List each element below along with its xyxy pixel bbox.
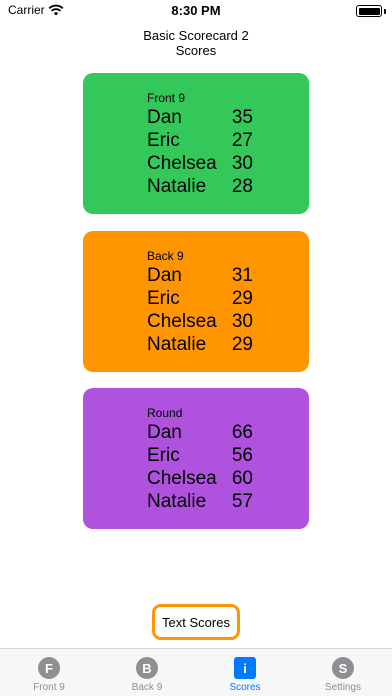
player-score: 29	[231, 333, 253, 355]
score-row: Eric 27	[147, 129, 287, 152]
score-row: Natalie 28	[147, 175, 287, 198]
tab-label: Settings	[324, 682, 362, 693]
player-score: 30	[231, 152, 253, 174]
score-row: Eric 29	[147, 287, 287, 310]
tab-front-9[interactable]: F Front 9	[0, 657, 98, 693]
player-name: Eric	[147, 287, 180, 309]
card-title: Front 9	[147, 91, 186, 105]
f-circle-icon: F	[38, 657, 60, 679]
score-row: Chelsea 60	[147, 467, 287, 490]
player-score: 30	[231, 310, 253, 332]
tab-label: Back 9	[131, 682, 163, 693]
player-score: 27	[231, 129, 253, 151]
score-row: Dan 31	[147, 264, 287, 287]
battery-icon	[356, 5, 382, 17]
score-row: Natalie 29	[147, 333, 287, 356]
tab-scores[interactable]: i Scores	[196, 657, 294, 693]
player-score: 66	[231, 421, 253, 443]
tab-label: Front 9	[33, 682, 65, 693]
player-score: 31	[231, 264, 253, 286]
score-row: Chelsea 30	[147, 310, 287, 333]
score-row: Eric 56	[147, 444, 287, 467]
player-name: Dan	[147, 264, 182, 286]
card-title: Back 9	[147, 249, 184, 263]
player-score: 28	[231, 175, 253, 197]
front-nine-card: Front 9 Dan 35 Eric 27 Chelsea 30 Natalie 28	[83, 73, 309, 214]
tab-back-9[interactable]: B Back 9	[98, 657, 196, 693]
score-row: Chelsea 30	[147, 152, 287, 175]
score-row: Dan 35	[147, 106, 287, 129]
tab-label: Scores	[229, 682, 261, 693]
status-bar: Carrier 8:30 PM	[0, 0, 392, 22]
score-row: Natalie 57	[147, 490, 287, 513]
s-circle-icon: S	[332, 657, 354, 679]
battery-nub	[384, 9, 386, 14]
round-card: Round Dan 66 Eric 56 Chelsea 60 Natalie 57	[83, 388, 309, 529]
text-scores-button[interactable]: Text Scores	[152, 604, 240, 640]
b-circle-icon: B	[136, 657, 158, 679]
player-score: 29	[231, 287, 253, 309]
score-row: Dan 66	[147, 421, 287, 444]
player-score: 57	[231, 490, 253, 512]
info-square-icon: i	[234, 657, 256, 679]
page-title: Basic Scorecard 2 Scores	[0, 28, 392, 58]
player-name: Natalie	[147, 333, 207, 355]
card-title: Round	[147, 406, 183, 420]
player-name: Eric	[147, 444, 180, 466]
tab-settings[interactable]: S Settings	[294, 657, 392, 693]
player-name: Dan	[147, 421, 182, 443]
player-score: 60	[231, 467, 253, 489]
player-name: Chelsea	[147, 310, 217, 332]
player-name: Natalie	[147, 490, 207, 512]
player-name: Chelsea	[147, 467, 217, 489]
player-name: Chelsea	[147, 152, 217, 174]
player-name: Eric	[147, 129, 180, 151]
player-name: Dan	[147, 106, 182, 128]
app-title: Basic Scorecard 2	[143, 28, 249, 43]
player-name: Natalie	[147, 175, 207, 197]
player-score: 56	[231, 444, 253, 466]
back-nine-card: Back 9 Dan 31 Eric 29 Chelsea 30 Natalie 29	[83, 231, 309, 372]
clock: 8:30 PM	[171, 3, 221, 18]
tab-bar: F Front 9 B Back 9 i Scores S Settings	[0, 648, 392, 696]
player-score: 35	[231, 106, 253, 128]
screen-title: Scores	[175, 43, 217, 58]
